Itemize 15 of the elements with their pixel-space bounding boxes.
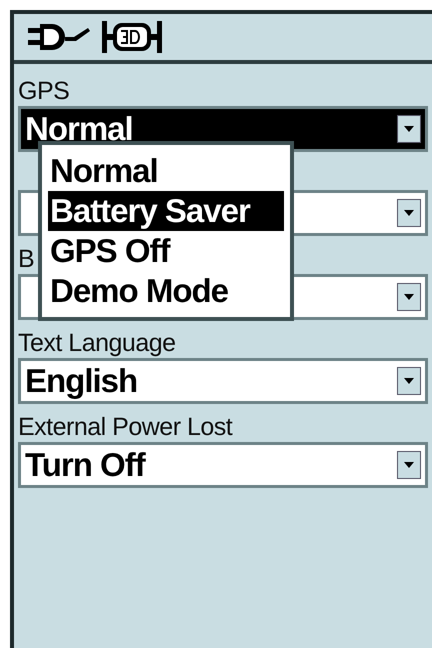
setting-label: GPS bbox=[18, 76, 70, 106]
setting-label: External Power Lost bbox=[18, 412, 232, 442]
dropdown-arrow-icon bbox=[397, 199, 421, 227]
dropdown-arrow-icon bbox=[397, 451, 421, 479]
field-value: Normal bbox=[25, 109, 133, 149]
dropdown-field[interactable]: Turn Off bbox=[18, 442, 428, 488]
setting-label: B bbox=[18, 244, 34, 274]
field-value: Turn Off bbox=[25, 445, 145, 485]
setting-label: Text Language bbox=[18, 328, 176, 358]
dropdown-field[interactable]: English bbox=[18, 358, 428, 404]
dropdown-arrow-icon bbox=[397, 367, 421, 395]
menu-item[interactable]: Battery Saver bbox=[48, 191, 284, 231]
dropdown-arrow-icon bbox=[397, 283, 421, 311]
field-value: English bbox=[25, 361, 138, 401]
dropdown-arrow-icon bbox=[397, 115, 421, 143]
